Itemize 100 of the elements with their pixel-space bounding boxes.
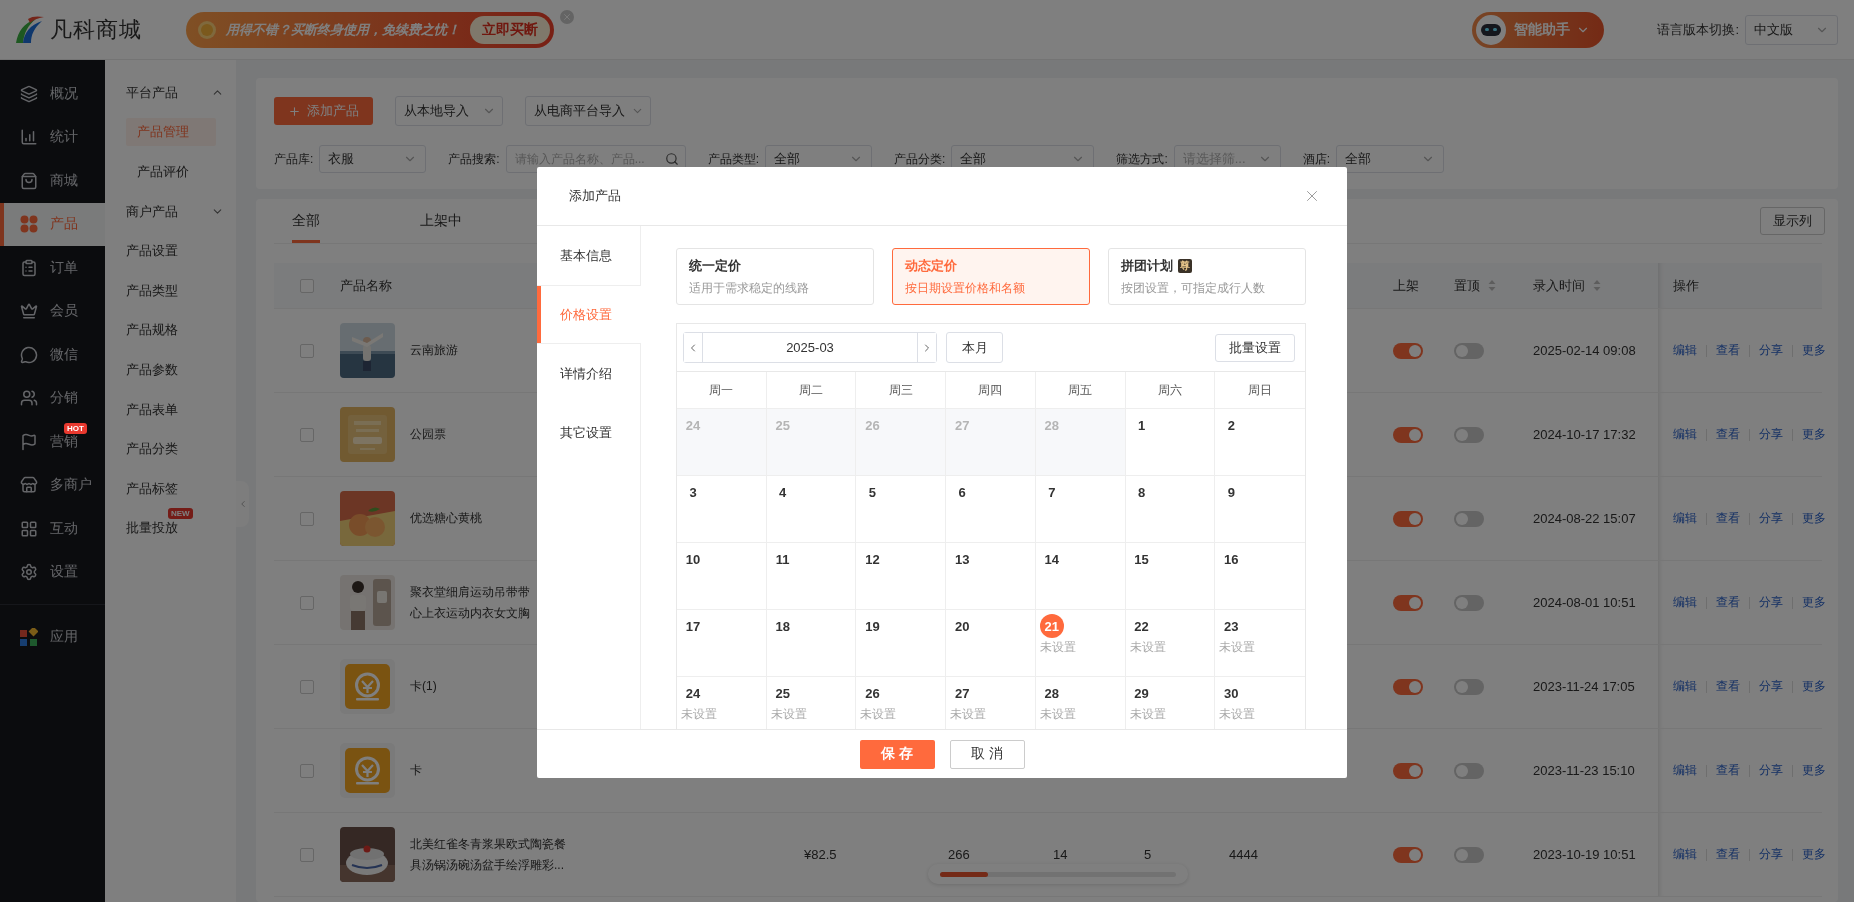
nav-item[interactable]: 统计 <box>0 115 105 159</box>
action-link[interactable]: 更多 <box>1802 342 1826 359</box>
action-link[interactable]: 编辑 <box>1673 426 1697 443</box>
submenu-item[interactable]: 产品设置 <box>126 237 178 266</box>
action-link[interactable]: 更多 <box>1802 846 1826 863</box>
nav-item[interactable]: 多商户 <box>0 463 105 507</box>
submenu-item[interactable]: 产品类型 <box>126 276 178 305</box>
toggle-switch[interactable] <box>1454 426 1484 443</box>
toggle-switch[interactable] <box>1454 678 1484 695</box>
checkbox[interactable] <box>300 427 314 442</box>
action-link[interactable]: 查看 <box>1716 762 1740 779</box>
submenu-item[interactable]: 产品表单 <box>126 395 178 424</box>
checkbox[interactable] <box>300 511 314 526</box>
add-product-button[interactable]: 添加产品 <box>274 97 373 125</box>
toggle-switch[interactable] <box>1454 762 1484 779</box>
close-button[interactable] <box>560 9 574 24</box>
toggle-switch[interactable] <box>1454 342 1484 359</box>
submenu-item[interactable]: 产品分类 <box>126 435 178 464</box>
action-link[interactable]: 更多 <box>1802 594 1826 611</box>
day-cell[interactable]: 3 <box>677 476 767 543</box>
action-link[interactable]: 分享 <box>1759 762 1783 779</box>
action-link[interactable]: 分享 <box>1759 594 1783 611</box>
submenu-item[interactable]: 产品参数 <box>126 355 178 384</box>
batch-set-button[interactable]: 批量设置 <box>1215 333 1295 362</box>
select-field[interactable]: 全部 <box>1336 145 1445 173</box>
select-field[interactable]: 衣服 <box>319 145 427 173</box>
horizontal-scrollbar[interactable] <box>928 864 1188 884</box>
prev-month-button[interactable] <box>684 333 703 362</box>
submenu-item[interactable]: 产品标签 <box>126 474 178 503</box>
tab[interactable]: 上架中 <box>420 199 462 243</box>
day-cell[interactable]: 6 <box>946 476 1036 543</box>
this-month-button[interactable]: 本月 <box>946 332 1003 363</box>
toggle-switch[interactable] <box>1393 510 1423 527</box>
nav-item[interactable]: 概况 <box>0 72 105 116</box>
checkbox[interactable] <box>300 763 314 778</box>
checkbox[interactable] <box>300 343 314 358</box>
tab[interactable]: 全部 <box>292 199 320 243</box>
assistant-button[interactable]: 智能助手 <box>1472 11 1605 48</box>
toggle-switch[interactable] <box>1454 594 1484 611</box>
toggle-switch[interactable] <box>1393 846 1423 863</box>
day-cell[interactable]: 18 <box>766 610 857 677</box>
pricing-option[interactable]: 统一定价 适用于需求稳定的线路 <box>676 248 874 305</box>
month-picker[interactable]: 2025-03 <box>683 332 937 363</box>
toggle-switch[interactable] <box>1393 678 1423 695</box>
toggle-switch[interactable] <box>1454 510 1484 527</box>
action-link[interactable]: 编辑 <box>1673 846 1697 863</box>
menu-group[interactable]: 平台产品 <box>105 73 236 113</box>
action-link[interactable]: 分享 <box>1759 426 1783 443</box>
action-link[interactable]: 查看 <box>1716 594 1740 611</box>
action-link[interactable]: 编辑 <box>1673 342 1697 359</box>
day-cell[interactable]: 20 <box>946 610 1036 677</box>
action-link[interactable]: 查看 <box>1716 342 1740 359</box>
import-dropdown[interactable]: 从电商平台导入 <box>525 96 651 126</box>
nav-item[interactable]: 设置 <box>0 550 105 594</box>
day-cell[interactable]: 5 <box>856 476 947 543</box>
pricing-option[interactable]: 拼团计划 尊 按团设置，可指定成行人数 <box>1108 248 1306 305</box>
checkbox[interactable] <box>300 595 314 610</box>
menu-group[interactable]: 商户产品 <box>105 191 236 232</box>
cancel-button[interactable]: 取 消 <box>949 739 1025 769</box>
action-link[interactable]: 更多 <box>1802 762 1826 779</box>
action-link[interactable]: 更多 <box>1802 426 1826 443</box>
day-cell[interactable]: 17 <box>677 610 767 677</box>
day-cell[interactable]: 8 <box>1125 476 1216 543</box>
toggle-switch[interactable] <box>1454 846 1484 863</box>
nav-item[interactable]: 分销 <box>0 376 105 420</box>
day-cell[interactable]: 1 <box>1125 409 1216 476</box>
checkbox[interactable] <box>300 847 314 862</box>
action-link[interactable]: 编辑 <box>1673 594 1697 611</box>
nav-item[interactable]: 微信 <box>0 333 105 377</box>
day-cell[interactable]: 7 <box>1035 476 1126 543</box>
day-cell[interactable]: 10 <box>677 543 767 610</box>
toggle-switch[interactable] <box>1393 426 1423 443</box>
nav-item[interactable]: 应用 <box>0 615 105 659</box>
day-cell[interactable]: 12 <box>856 543 947 610</box>
day-cell[interactable]: 19 <box>856 610 947 677</box>
next-month-button[interactable] <box>917 333 936 362</box>
toggle-switch[interactable] <box>1393 594 1423 611</box>
collapse-handle[interactable] <box>236 481 249 527</box>
action-link[interactable]: 分享 <box>1759 846 1783 863</box>
day-cell[interactable]: 13 <box>946 543 1036 610</box>
language-select[interactable]: 中文版 <box>1745 14 1838 45</box>
nav-item[interactable]: 商城 <box>0 159 105 203</box>
day-cell[interactable]: 11 <box>766 543 857 610</box>
action-link[interactable]: 查看 <box>1716 510 1740 527</box>
action-link[interactable]: 分享 <box>1759 678 1783 695</box>
save-button[interactable]: 保 存 <box>859 739 935 769</box>
pricing-option[interactable]: 动态定价 按日期设置价格和名额 <box>892 248 1090 305</box>
toggle-switch[interactable] <box>1393 342 1423 359</box>
action-link[interactable]: 更多 <box>1802 678 1826 695</box>
action-link[interactable]: 更多 <box>1802 510 1826 527</box>
columns-button[interactable]: 显示列 <box>1760 207 1825 235</box>
day-cell[interactable]: 14 <box>1035 543 1126 610</box>
action-link[interactable]: 编辑 <box>1673 510 1697 527</box>
day-cell[interactable]: 4 <box>766 476 857 543</box>
action-link[interactable]: 查看 <box>1716 426 1740 443</box>
toggle-switch[interactable] <box>1393 762 1423 779</box>
buyout-button[interactable]: 立即买断 <box>470 15 550 44</box>
side-tab[interactable]: 价格设置 <box>537 285 641 344</box>
action-link[interactable]: 编辑 <box>1673 762 1697 779</box>
nav-item[interactable]: 会员 <box>0 289 105 333</box>
